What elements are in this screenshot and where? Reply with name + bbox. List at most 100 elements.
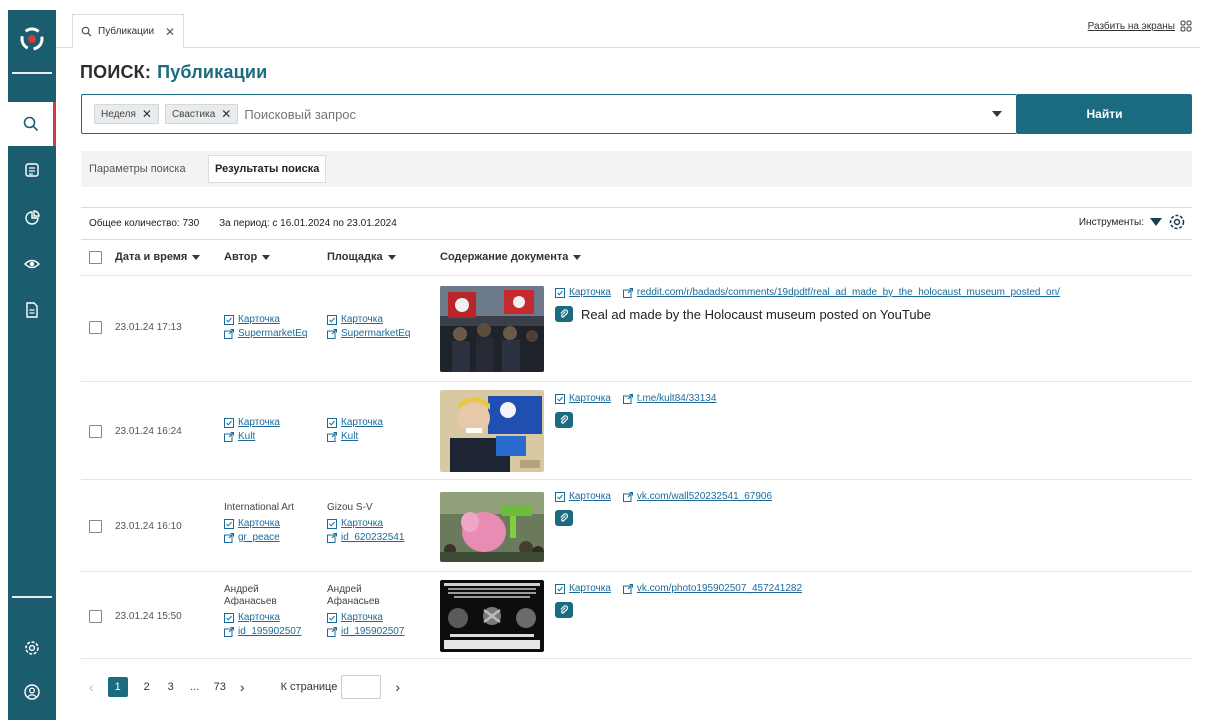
gear-icon[interactable] (1168, 213, 1186, 231)
row-checkbox[interactable] (89, 321, 102, 334)
external-link-icon (224, 432, 234, 442)
author-external-link[interactable]: gr_peace (224, 531, 294, 545)
page-1[interactable]: 1 (107, 677, 128, 697)
platform-card-link[interactable]: Карточка (327, 416, 383, 430)
card-icon (327, 315, 337, 325)
select-all-checkbox[interactable] (89, 251, 102, 264)
content-url-link[interactable]: t.me/kult84/33134 (622, 392, 716, 406)
chip-remove-icon[interactable]: ✕ (142, 107, 152, 121)
author-name: Андрей Афанасьев (224, 584, 277, 607)
close-tab-icon[interactable]: ✕ (165, 25, 175, 39)
post-thumbnail[interactable] (440, 580, 544, 652)
sidebar-item-profile[interactable] (8, 670, 56, 714)
author-external-link[interactable]: Kult (224, 430, 280, 444)
chevron-down-icon[interactable] (992, 111, 1002, 117)
card-icon (555, 394, 565, 404)
sidebar-item-monitoring[interactable] (8, 242, 56, 286)
page-number-input[interactable] (341, 675, 382, 699)
find-button[interactable]: Найти (1017, 94, 1192, 134)
poster-image (440, 580, 544, 652)
external-link-icon (224, 329, 234, 339)
platform-external-link[interactable]: SupermarketEq (327, 327, 410, 341)
card-icon (555, 288, 565, 298)
sidebar-item-list[interactable] (8, 148, 56, 192)
search-bar[interactable]: Неделя ✕ Свастика ✕ (81, 94, 1017, 134)
document-text (555, 602, 581, 618)
column-author[interactable]: Автор (224, 251, 271, 263)
eye-icon (24, 259, 40, 269)
chip-remove-icon[interactable]: ✕ (221, 107, 231, 121)
post-thumbnail[interactable] (440, 286, 544, 372)
tab-search-params[interactable]: Параметры поиска (89, 155, 186, 183)
author-card-link[interactable]: Карточка (224, 416, 280, 430)
sidebar-item-analytics[interactable] (8, 196, 56, 240)
content-links: Карточка reddit.com/r/badads/comments/19… (555, 286, 1060, 300)
content-card-link[interactable]: Карточка (555, 392, 611, 406)
author-card-link[interactable]: Карточка (224, 611, 301, 625)
sort-icon (387, 254, 396, 260)
app-logo[interactable] (8, 10, 56, 68)
external-link-icon (327, 533, 337, 543)
content-card-link[interactable]: Карточка (555, 490, 611, 504)
content-card-link[interactable]: Карточка (555, 286, 611, 300)
row-checkbox[interactable] (89, 520, 102, 533)
sidebar-item-reports[interactable] (8, 288, 56, 332)
page-3[interactable]: 3 (166, 681, 176, 693)
author-external-link[interactable]: id_195902507 (224, 625, 301, 639)
tab-publications[interactable]: Публикации ✕ (72, 14, 184, 48)
content-url-link[interactable]: vk.com/wall520232541_67906 (622, 490, 772, 504)
table-row: 23.01.24 16:10 International Art Карточк… (81, 479, 1192, 571)
platform-external-link[interactable]: Kult (327, 430, 383, 444)
page-2[interactable]: 2 (142, 681, 152, 693)
row-checkbox[interactable] (89, 610, 102, 623)
post-thumbnail[interactable] (440, 492, 544, 562)
go-to-page-label: К странице (280, 681, 338, 693)
sidebar (8, 10, 56, 720)
content-card-link[interactable]: Карточка (555, 582, 611, 596)
next-page-icon[interactable]: › (240, 679, 245, 695)
tools-dropdown-icon[interactable] (1150, 218, 1162, 226)
chip-label: Неделя (101, 108, 136, 120)
column-platform[interactable]: Площадка (327, 251, 396, 263)
page-73[interactable]: 73 (214, 681, 226, 693)
tools-menu[interactable]: Инструменты: (1079, 213, 1186, 231)
column-datetime[interactable]: Дата и время (115, 251, 201, 263)
author-card-link[interactable]: Карточка (224, 517, 294, 531)
column-content[interactable]: Содержание документа (440, 251, 582, 263)
filter-chip-swastika[interactable]: Свастика ✕ (164, 104, 239, 124)
go-to-page-icon[interactable]: › (395, 679, 400, 695)
platform-cell: Андрей Афанасьев Карточка id_195902507 (327, 584, 404, 639)
sidebar-item-search[interactable] (8, 102, 56, 146)
sidebar-item-settings[interactable] (8, 626, 56, 670)
crowd-photo-image (440, 492, 544, 562)
total-count: Общее количество: 730 (89, 218, 200, 229)
filter-chip-week[interactable]: Неделя ✕ (94, 104, 159, 124)
external-link-icon (327, 627, 337, 637)
platform-card-link[interactable]: Карточка (327, 611, 404, 625)
tab-search-results[interactable]: Результаты поиска (208, 155, 327, 183)
external-link-icon (224, 627, 234, 637)
document-text (555, 510, 581, 526)
sidebar-divider (12, 72, 52, 74)
platform-external-link[interactable]: id_620232541 (327, 531, 404, 545)
content-url-link[interactable]: reddit.com/r/badads/comments/19dpdtf/rea… (622, 286, 1060, 300)
attachment-icon[interactable] (555, 510, 573, 526)
platform-card-link[interactable]: Карточка (327, 517, 404, 531)
split-screens-button[interactable]: Разбить на экраны (1088, 20, 1192, 32)
platform-cell: Карточка Kult (327, 416, 383, 444)
platform-external-link[interactable]: id_195902507 (327, 625, 404, 639)
external-link-icon (622, 492, 633, 502)
attachment-icon[interactable] (555, 306, 573, 322)
content-links: Карточка vk.com/photo195902507_457241282 (555, 582, 802, 596)
attachment-icon[interactable] (555, 412, 573, 428)
content-url-link[interactable]: vk.com/photo195902507_457241282 (622, 582, 802, 596)
platform-name: Gizou S-V (327, 502, 373, 513)
author-external-link[interactable]: SupermarketEq (224, 327, 307, 341)
search-input[interactable] (244, 106, 1016, 122)
author-card-link[interactable]: Карточка (224, 313, 307, 327)
platform-card-link[interactable]: Карточка (327, 313, 410, 327)
post-thumbnail[interactable] (440, 390, 544, 472)
attachment-icon[interactable] (555, 602, 573, 618)
prev-page-icon[interactable]: ‹ (89, 679, 94, 695)
row-checkbox[interactable] (89, 425, 102, 438)
